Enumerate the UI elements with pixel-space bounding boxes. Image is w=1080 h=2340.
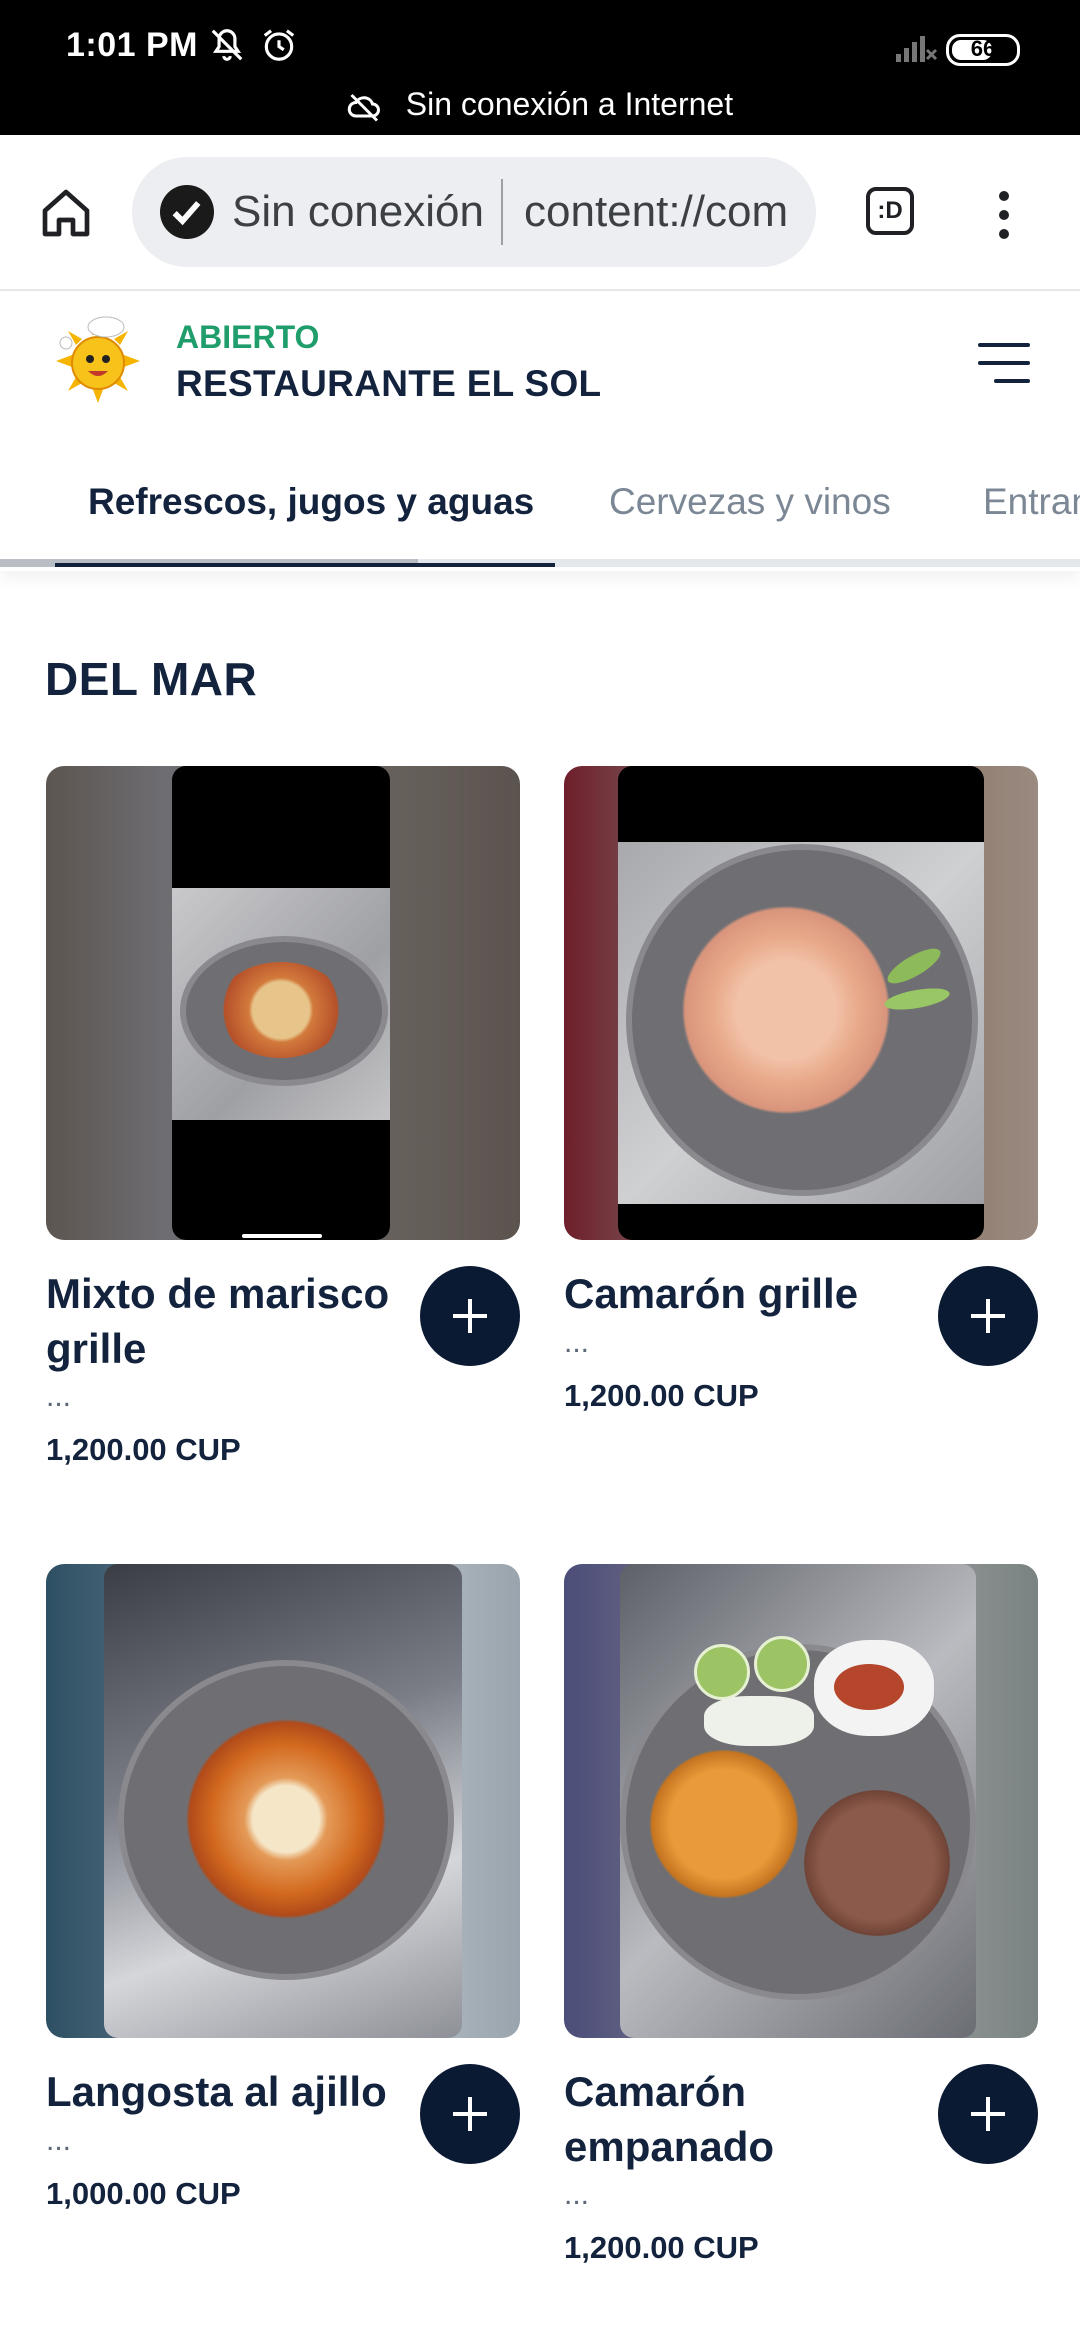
open-status-badge: ABIERTO [176,319,320,355]
signal-icon [894,30,938,69]
tab-refrescos[interactable]: Refrescos, jugos y aguas [88,481,534,523]
home-button[interactable] [38,185,94,241]
product-image[interactable] [564,766,1038,1240]
connection-status: Sin conexión [232,187,484,236]
alarm-icon [260,26,298,69]
product-image[interactable] [46,766,520,1240]
add-to-cart-button[interactable] [420,1266,520,1366]
tab-switcher-button[interactable]: :D [866,187,914,235]
tab-cervezas[interactable]: Cervezas y vinos [609,481,891,523]
product-name[interactable]: Camarón empanado [564,2064,924,2174]
browser-toolbar: Sin conexión content://com :D [0,135,1080,291]
offline-banner: Sin conexión a Internet [0,86,1080,123]
divider [501,179,503,245]
clock: 1:01 PM [66,26,198,64]
mute-icon [208,26,246,69]
add-to-cart-button[interactable] [420,2064,520,2164]
cloud-off-icon [347,93,380,122]
home-icon [42,189,90,237]
product-price: 1,200.00 CUP [564,1378,759,1413]
product-price: 1,200.00 CUP [564,2230,759,2265]
offline-text: Sin conexión a Internet [405,86,734,122]
product-name[interactable]: Mixto de marisco grille [46,1266,406,1376]
section-title: DEL MAR [45,653,258,705]
product-image[interactable] [564,1564,1038,2038]
url-text[interactable]: content://com [524,187,788,237]
hamburger-menu-icon[interactable] [978,343,1030,383]
product-description: ... [46,2124,72,2157]
tab-switcher-label: :D [877,197,903,224]
product-price: 1,200.00 CUP [46,1432,241,1467]
offline-check-icon[interactable] [160,185,214,239]
add-to-cart-button[interactable] [938,1266,1038,1366]
product-description: ... [46,1380,72,1413]
restaurant-logo[interactable] [50,313,146,409]
product-name[interactable]: Camarón grille [564,1266,924,1321]
product-name[interactable]: Langosta al ajillo [46,2064,406,2119]
active-tab-indicator [55,563,555,567]
add-to-cart-button[interactable] [938,2064,1038,2164]
browser-menu-button[interactable] [984,187,1024,243]
restaurant-name: RESTAURANTE EL SOL [176,363,602,404]
product-description: ... [564,1326,590,1359]
status-bar: 1:01 PM 66 Sin conexión a Internet [0,0,1080,135]
product-image[interactable] [46,1564,520,2038]
category-tabs: Refrescos, jugos y aguas Cervezas y vino… [0,441,1080,571]
address-bar[interactable]: Sin conexión content://com [132,157,816,267]
product-description: ... [564,2178,590,2211]
site-header: ABIERTO RESTAURANTE EL SOL [0,291,1080,441]
product-price: 1,000.00 CUP [46,2176,241,2211]
tab-entrantes[interactable]: Entrantes [983,481,1080,523]
battery-icon: 66 [946,34,1020,66]
battery-level: 66 [970,36,996,61]
